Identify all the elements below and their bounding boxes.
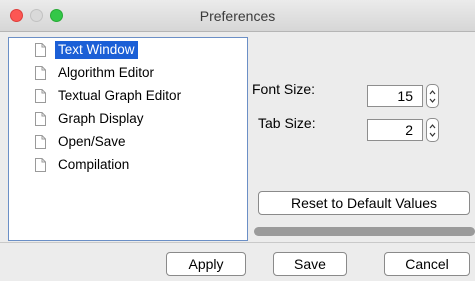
window-title: Preferences bbox=[199, 8, 276, 24]
stepper-arrows-icon bbox=[429, 124, 436, 137]
font-size-label: Font Size: bbox=[252, 81, 316, 97]
tree-item-label: Textual Graph Editor bbox=[58, 88, 182, 103]
preferences-tree: Text Window Algorithm Editor Textual Gra… bbox=[8, 37, 248, 241]
tree-item-label: Compilation bbox=[58, 157, 130, 172]
title-bar: Preferences bbox=[0, 0, 475, 32]
tab-size-label: Tab Size: bbox=[258, 115, 316, 131]
document-icon bbox=[35, 135, 46, 149]
footer-divider bbox=[0, 242, 475, 243]
tree-item-graph-display[interactable]: Graph Display bbox=[35, 109, 147, 129]
tree-item-open-save[interactable]: Open/Save bbox=[35, 132, 129, 152]
save-button[interactable]: Save bbox=[273, 252, 347, 276]
tab-size-field[interactable]: 2 bbox=[367, 119, 423, 141]
font-size-stepper[interactable] bbox=[426, 84, 439, 108]
tab-size-stepper[interactable] bbox=[426, 118, 439, 142]
tree-item-label: Algorithm Editor bbox=[58, 65, 155, 80]
document-icon bbox=[35, 66, 46, 80]
font-size-field[interactable]: 15 bbox=[367, 85, 423, 107]
document-icon bbox=[35, 43, 46, 57]
tree-item-compilation[interactable]: Compilation bbox=[35, 155, 132, 175]
document-icon bbox=[35, 112, 46, 126]
preferences-window: Preferences Text Window Algorithm Editor… bbox=[0, 0, 475, 281]
stepper-arrows-icon bbox=[429, 90, 436, 103]
reset-defaults-button[interactable]: Reset to Default Values bbox=[258, 191, 470, 215]
tree-item-label: Text Window bbox=[55, 41, 138, 59]
cancel-button[interactable]: Cancel bbox=[384, 252, 470, 276]
tree-item-algorithm-editor[interactable]: Algorithm Editor bbox=[35, 63, 157, 83]
tree-item-textual-graph-editor[interactable]: Textual Graph Editor bbox=[35, 86, 184, 106]
tree-item-label: Open/Save bbox=[58, 134, 126, 149]
apply-button[interactable]: Apply bbox=[166, 252, 246, 276]
document-icon bbox=[35, 89, 46, 103]
document-icon bbox=[35, 158, 46, 172]
horizontal-scrollbar[interactable] bbox=[254, 227, 475, 236]
tree-item-text-window[interactable]: Text Window bbox=[35, 40, 138, 60]
tree-item-label: Graph Display bbox=[58, 111, 144, 126]
